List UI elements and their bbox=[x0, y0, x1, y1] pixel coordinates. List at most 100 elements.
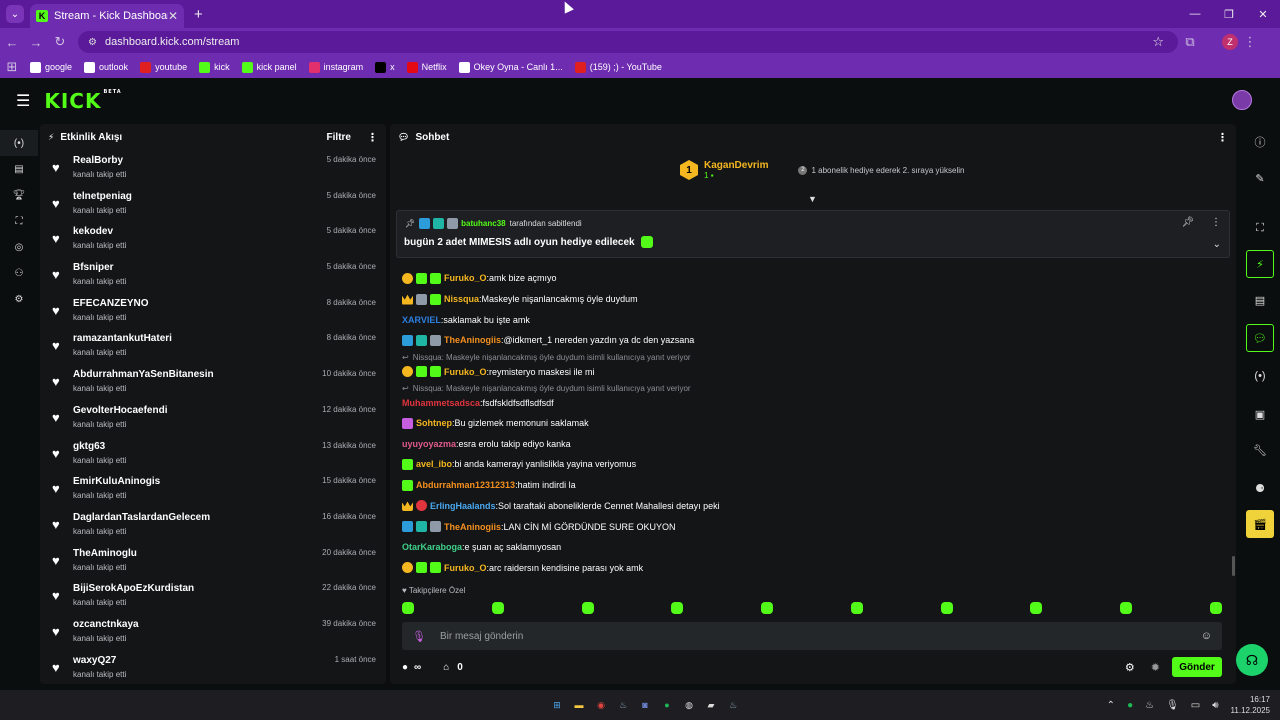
activity-item[interactable]: ♥ TheAminoglu kanalı takip etti 20 dakika ö… bbox=[40, 543, 386, 579]
activity-item[interactable]: ♥ kekodev kanalı takip etti 5 dakika önce bbox=[40, 221, 386, 257]
tray-monitor-icon[interactable]: ▭ bbox=[1191, 700, 1200, 711]
emote-icon[interactable] bbox=[491, 602, 504, 614]
follower-name[interactable]: EFECANZEYNO bbox=[73, 298, 149, 309]
chat-username[interactable]: Muhammetsadsca bbox=[402, 398, 480, 408]
chat-username[interactable]: uyuyoyazma bbox=[402, 439, 456, 449]
discord-icon[interactable]: ◙ bbox=[636, 696, 654, 714]
activity-item[interactable]: ♥ EFECANZEYNO kanalı takip etti 8 dakika ön… bbox=[40, 293, 386, 329]
edit-icon[interactable]: ✎ bbox=[1246, 164, 1274, 192]
chat-message[interactable]: Furuko_O: reymisteryo maskesi ile mi bbox=[402, 363, 1222, 381]
connections-icon[interactable]: ⚈ bbox=[1246, 474, 1274, 502]
maximize-icon[interactable]: ❐ bbox=[1212, 8, 1246, 21]
apps-grid-icon[interactable]: ⊞ bbox=[0, 59, 24, 75]
follower-name[interactable]: RealBorby bbox=[73, 155, 123, 166]
emote-icon[interactable] bbox=[761, 602, 774, 614]
follower-name[interactable]: DaglardanTaslardanGelecem bbox=[73, 512, 210, 523]
activity-toggle-icon[interactable]: ⚡︎ bbox=[1246, 250, 1274, 278]
chat-username[interactable]: OtarKaraboga bbox=[402, 542, 462, 552]
chat-username[interactable]: avel_ibo bbox=[416, 459, 452, 469]
chat-message[interactable]: Muhammetsadsca: fsdfskldfsdflsdfsdf bbox=[402, 394, 1222, 412]
follower-name[interactable]: ramazantankutHateri bbox=[73, 333, 172, 344]
filter-button[interactable]: Filtre bbox=[327, 132, 351, 143]
follower-name[interactable]: waxyQ27 bbox=[73, 655, 116, 666]
user-avatar[interactable] bbox=[1232, 90, 1252, 110]
chat-more-icon[interactable]: ⋮ bbox=[1217, 131, 1228, 144]
microphone-icon[interactable]: 🎙︎ bbox=[412, 630, 426, 643]
activity-item[interactable]: ♥ AbdurrahmanYaSenBitanesin kanalı takip e… bbox=[40, 364, 386, 400]
tools-icon[interactable]: 🔧︎ bbox=[1246, 436, 1274, 464]
emote-icon[interactable] bbox=[1120, 602, 1133, 614]
follower-name[interactable]: kekodev bbox=[73, 226, 113, 237]
tab-close-icon[interactable]: ✕ bbox=[168, 9, 178, 23]
chat-username[interactable]: Nissqua bbox=[444, 294, 479, 304]
follower-name[interactable]: ozcanctnkaya bbox=[73, 619, 139, 630]
follower-name[interactable]: BijiSerokApoEzKurdistan bbox=[73, 583, 194, 594]
steam-icon[interactable]: ♨ bbox=[614, 696, 632, 714]
emote-icon[interactable] bbox=[1209, 602, 1222, 614]
windows-start-icon[interactable]: ⊞ bbox=[548, 696, 566, 714]
activity-item[interactable]: ♥ gktg63 kanalı takip etti 13 dakika önce bbox=[40, 436, 386, 472]
tray-mic-icon[interactable]: 🎙︎ bbox=[1166, 700, 1179, 711]
activity-item[interactable]: ♥ DaglardanTaslardanGelecem kanalı takip e… bbox=[40, 507, 386, 543]
tray-steam-icon[interactable]: ♨ bbox=[1145, 700, 1154, 711]
activity-item[interactable]: ♥ EmirKuluAninogis kanalı takip etti 15 dak… bbox=[40, 471, 386, 507]
bookmark-item[interactable]: outlook bbox=[84, 61, 128, 73]
activity-item[interactable]: ♥ ramazantankutHateri kanalı takip etti 8 d… bbox=[40, 328, 386, 364]
cmd-icon[interactable]: ▰ bbox=[702, 696, 720, 714]
bookmark-item[interactable]: (159) ;) - YouTube bbox=[574, 61, 662, 73]
pinned-more-icon[interactable]: ⋮ bbox=[1211, 217, 1221, 228]
kick-logo[interactable]: KICK BETA bbox=[44, 89, 121, 113]
emote-icon[interactable] bbox=[940, 602, 953, 614]
site-info-icon[interactable]: ⚙ bbox=[88, 37, 97, 48]
chat-username[interactable]: Sohtnep bbox=[416, 418, 452, 428]
bookmark-item[interactable]: youtube bbox=[140, 61, 187, 73]
bookmark-star-icon[interactable]: ☆ bbox=[1152, 34, 1164, 50]
activity-item[interactable]: ♥ telnetpeniag kanalı takip etti 5 dakika ö… bbox=[40, 186, 386, 222]
browser-tab-active[interactable]: K Stream - Kick Dashboard ✕ bbox=[30, 4, 184, 28]
notes-icon[interactable]: ▤ bbox=[1246, 286, 1274, 314]
sticker-icon[interactable]: ✹ bbox=[1151, 661, 1160, 674]
file-explorer-icon[interactable]: ▬ bbox=[570, 696, 588, 714]
chat-message[interactable]: OtarKaraboga: e şuan aç saklamıyosan bbox=[402, 537, 1222, 558]
minimize-icon[interactable]: — bbox=[1178, 8, 1212, 20]
volume-icon[interactable]: 🔊︎ bbox=[1212, 700, 1218, 711]
reply-context[interactable]: ↩ Nissqua: Maskeyle nişanlancakmış öyle d… bbox=[402, 384, 1222, 394]
chat-username[interactable]: Furuko_O bbox=[444, 273, 487, 283]
chat-scrollbar[interactable] bbox=[1232, 556, 1235, 576]
chat-message[interactable]: uyuyoyazma: esra erolu takip ediyo kanka bbox=[402, 433, 1222, 454]
reply-context[interactable]: ↩ Nissqua: Maskeyle nişanlancakmış öyle d… bbox=[402, 353, 1222, 363]
system-clock[interactable]: 16:17 11.12.2025 bbox=[1231, 694, 1270, 716]
stream-broadcast-icon[interactable]: (•) bbox=[0, 130, 38, 156]
follower-name[interactable]: TheAminoglu bbox=[73, 548, 137, 559]
chat-toggle-icon[interactable]: 💬︎ bbox=[1246, 324, 1274, 352]
bookmark-item[interactable]: kick panel bbox=[241, 61, 297, 73]
new-tab-button[interactable]: + bbox=[194, 6, 203, 23]
channel-store[interactable]: ⌂ 0 bbox=[443, 662, 463, 673]
chat-settings-icon[interactable]: ⚙ bbox=[1125, 661, 1135, 674]
trophy-icon[interactable]: 🏆︎ bbox=[0, 182, 38, 208]
chat-message[interactable]: Furuko_O: arc raidersın kendisine parası… bbox=[402, 558, 1222, 579]
emote-icon[interactable] bbox=[402, 602, 414, 614]
activity-item[interactable]: ♥ waxyQ27 kanalı takip etti 1 saat önce bbox=[40, 650, 386, 684]
url-bar[interactable]: ⚙ dashboard.kick.com/stream ☆ bbox=[78, 31, 1178, 53]
chat-input[interactable]: 🎙︎ Bir mesaj gönderin ☺ bbox=[402, 622, 1222, 650]
chat-username[interactable]: Furuko_O bbox=[444, 563, 487, 573]
channel-points[interactable]: ● ∞ bbox=[402, 662, 421, 673]
chat-username[interactable]: Furuko_O bbox=[444, 367, 487, 377]
chat-username[interactable]: Abdurrahman12312313 bbox=[416, 480, 515, 490]
analytics-icon[interactable]: ▤ bbox=[0, 156, 38, 182]
extensions-icon[interactable]: ⧉ bbox=[1178, 34, 1202, 50]
users-icon[interactable]: ⚇ bbox=[0, 260, 38, 286]
activity-item[interactable]: ♥ BijiSerokApoEzKurdistan kanalı takip ett… bbox=[40, 578, 386, 614]
chat-message[interactable]: Nissqua: Maskeyle nişanlancakmış öyle du… bbox=[402, 289, 1222, 310]
chat-message[interactable]: Sohtnep: Bu gizlemek memonuni saklamak bbox=[402, 413, 1222, 434]
activity-more-icon[interactable]: ⋮ bbox=[367, 131, 378, 144]
bookmark-item[interactable]: google bbox=[30, 61, 72, 73]
game-icon[interactable]: ◍ bbox=[680, 696, 698, 714]
screen-capture-icon[interactable]: ⛶ bbox=[1246, 214, 1274, 242]
chat-message[interactable]: XARVIEL: saklamak bu işte amk bbox=[402, 309, 1222, 330]
chrome-icon[interactable]: ◉ bbox=[592, 696, 610, 714]
chat-message[interactable]: TheAninogiis: LAN CİN Mİ GÖRDÜNDE SURE O… bbox=[402, 516, 1222, 537]
expand-pinned-icon[interactable]: ⌄ bbox=[1213, 239, 1221, 250]
bookmark-item[interactable]: Okey Oyna - Canlı 1... bbox=[458, 61, 563, 73]
